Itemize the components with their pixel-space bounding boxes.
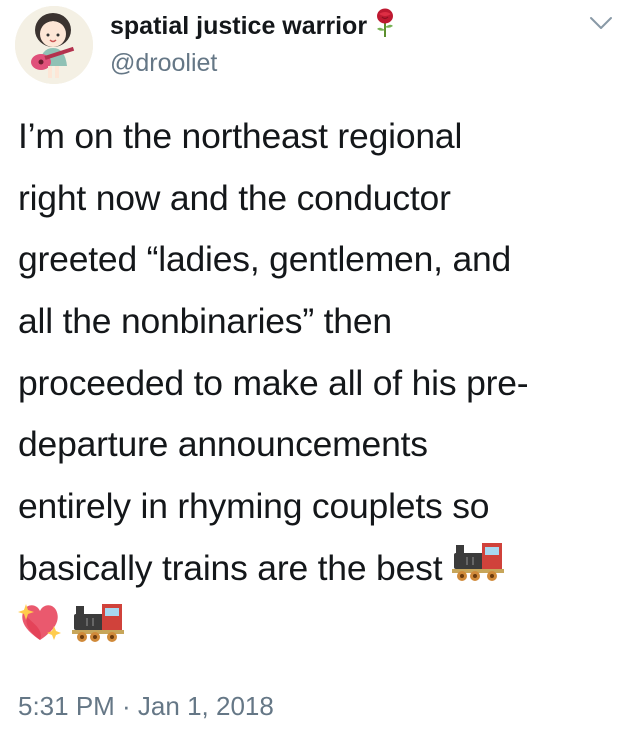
tweet-line: all the nonbinaries” then [18, 301, 392, 342]
tweet: spatial justice warrior @drooliet I’m on… [0, 0, 640, 747]
tweet-line: proceeded to make all of his pre- [18, 362, 529, 403]
tweet-line: right now and the conductor [18, 177, 451, 218]
display-name[interactable]: spatial justice warrior [110, 8, 397, 45]
tweet-line: departure announcements [18, 424, 428, 465]
handle[interactable]: @drooliet [110, 49, 397, 78]
tweet-text: I’m on the northeast regional right now … [18, 106, 628, 661]
emoji-row [18, 600, 628, 662]
tweet-line: basically trains are the best [18, 547, 443, 588]
train-icon [71, 600, 124, 664]
tweet-line: entirely in rhyming couplets so [18, 486, 490, 527]
tweet-line: I’m on the northeast regional [18, 116, 463, 156]
tweet-line: greeted “ladies, gentlemen, and [18, 239, 512, 280]
avatar-illustration [15, 6, 93, 84]
author-block: spatial justice warrior @drooliet [110, 8, 397, 78]
avatar[interactable] [15, 6, 93, 84]
timestamp-link[interactable]: 5:31 PM · Jan 1, 2018 [18, 691, 274, 722]
rose-icon [373, 8, 397, 45]
train-icon [452, 539, 505, 603]
sparkling-heart-icon [18, 600, 62, 664]
display-name-text: spatial justice warrior [110, 11, 368, 40]
chevron-down-icon[interactable] [588, 12, 614, 34]
tweet-line-with-emoji: basically trains are the best [18, 538, 628, 600]
